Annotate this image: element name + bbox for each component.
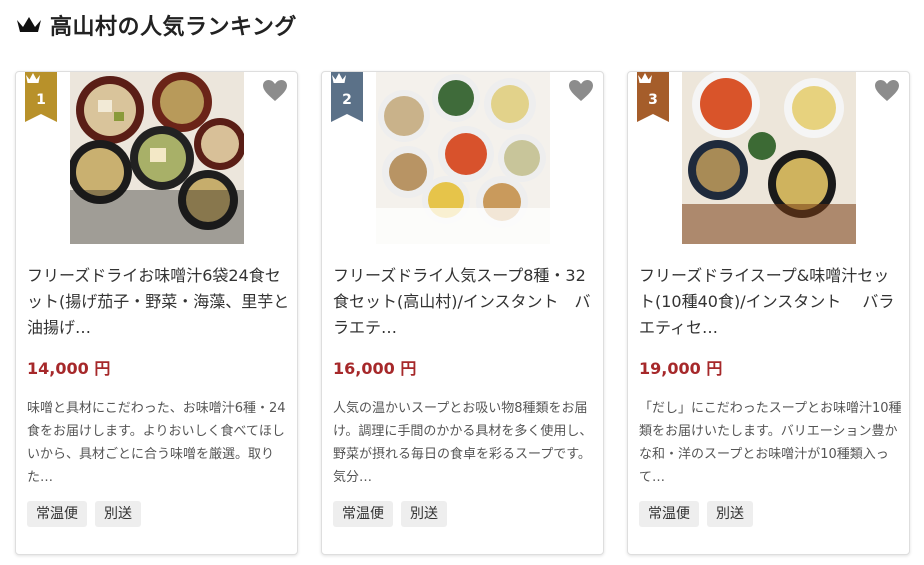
product-name[interactable]: フリーズドライスープ&味噌汁セット(10種40食)/インスタント バラエティセ… (639, 263, 903, 341)
crown-icon (17, 17, 41, 32)
ranking-card-3[interactable]: 3 フリーズドライスープ&味噌汁セット(10種40食)/インスタント バラエティ… (627, 71, 910, 555)
product-description: 味噌と具材にこだわった、お味噌汁6種・24食をお届けします。よりおいしく食べてほ… (27, 401, 286, 485)
ranking-card-1[interactable]: 1 フリーズドライお味噌汁6袋24食セット(揚げ茄子・野菜・海藻、里芋と油揚げ…… (15, 71, 298, 555)
ranking-title: 高山村の人気ランキング (50, 15, 297, 40)
tag-separate: 別送 (707, 501, 753, 527)
tag-separate: 別送 (401, 501, 447, 527)
product-image[interactable] (70, 72, 244, 244)
rank-number: 2 (342, 92, 352, 108)
tag-shipping: 常温便 (639, 501, 699, 527)
heart-icon[interactable] (568, 79, 594, 103)
product-image[interactable] (682, 72, 856, 244)
product-name[interactable]: フリーズドライ人気スープ8種・32食セット(高山村)/インスタント バラエテ… (333, 263, 597, 341)
heart-icon[interactable] (262, 79, 288, 103)
tag-list: 常温便 別送 (27, 501, 141, 527)
rank-number: 3 (648, 92, 658, 108)
product-price: 19,000 円 (639, 359, 723, 378)
crown-icon (638, 73, 652, 83)
product-name[interactable]: フリーズドライお味噌汁6袋24食セット(揚げ茄子・野菜・海藻、里芋と油揚げ… (27, 263, 291, 341)
crown-icon (332, 73, 346, 83)
crown-icon (26, 73, 40, 83)
product-price: 14,000 円 (27, 359, 111, 378)
heart-icon[interactable] (874, 79, 900, 103)
tag-list: 常温便 別送 (639, 501, 753, 527)
product-image[interactable] (376, 72, 550, 244)
tag-shipping: 常温便 (333, 501, 393, 527)
tag-separate: 別送 (95, 501, 141, 527)
ranking-card-2[interactable]: 2 フリーズドライ人気スープ8種・32食セット(高山村)/インスタント バラエテ… (321, 71, 604, 555)
rank-number: 1 (36, 92, 46, 108)
product-description: 「だし」にこだわったスープとお味噌汁10種類をお届けいたします。バリエーション豊… (639, 401, 902, 485)
rank-badge: 2 (331, 72, 363, 122)
rank-badge: 1 (25, 72, 57, 122)
product-price: 16,000 円 (333, 359, 417, 378)
ranking-heading: 高山村の人気ランキング (16, 8, 297, 42)
rank-badge: 3 (637, 72, 669, 122)
tag-shipping: 常温便 (27, 501, 87, 527)
tag-list: 常温便 別送 (333, 501, 447, 527)
product-description: 人気の温かいスープとお吸い物8種類をお届け。調理に手間のかかる具材を多く使用し、… (333, 401, 593, 485)
